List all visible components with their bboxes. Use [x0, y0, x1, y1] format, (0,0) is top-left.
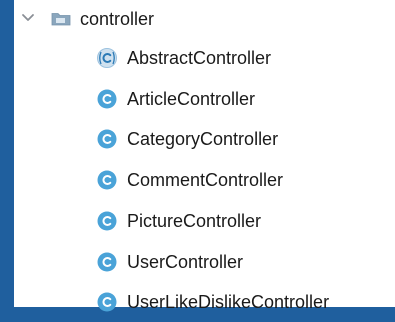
- class-label: CommentController: [127, 170, 284, 190]
- class-icon: [97, 252, 117, 272]
- tree-item-class[interactable]: UserController: [14, 242, 395, 282]
- folder-label: controller: [80, 9, 155, 29]
- tree-item-class[interactable]: CategoryController: [14, 119, 395, 159]
- class-icon: [97, 129, 117, 149]
- class-icon: [97, 211, 117, 231]
- tree-item-class[interactable]: CommentController: [14, 160, 395, 200]
- tree-item-class[interactable]: UserLikeDislikeController: [14, 282, 395, 322]
- class-icon: [97, 292, 117, 312]
- class-label: CategoryController: [127, 129, 279, 149]
- class-label: AbstractController: [127, 48, 272, 68]
- project-tree: controller AbstractController ArticleCont…: [14, 0, 395, 312]
- tree-item-class[interactable]: AbstractController: [14, 38, 395, 78]
- tree-item-class[interactable]: ArticleController: [14, 79, 395, 119]
- class-label: PictureController: [127, 211, 262, 231]
- chevron-down-icon[interactable]: [21, 13, 35, 23]
- tree-folder-controller[interactable]: controller: [14, 0, 395, 38]
- folder-icon: [51, 13, 71, 26]
- class-label: UserLikeDislikeController: [127, 292, 330, 312]
- class-label: UserController: [127, 252, 244, 272]
- tree-item-class[interactable]: PictureController: [14, 201, 395, 241]
- class-icon: [97, 170, 117, 190]
- abstract-class-icon: [97, 48, 117, 68]
- class-label: ArticleController: [127, 89, 256, 109]
- class-icon: [97, 89, 117, 109]
